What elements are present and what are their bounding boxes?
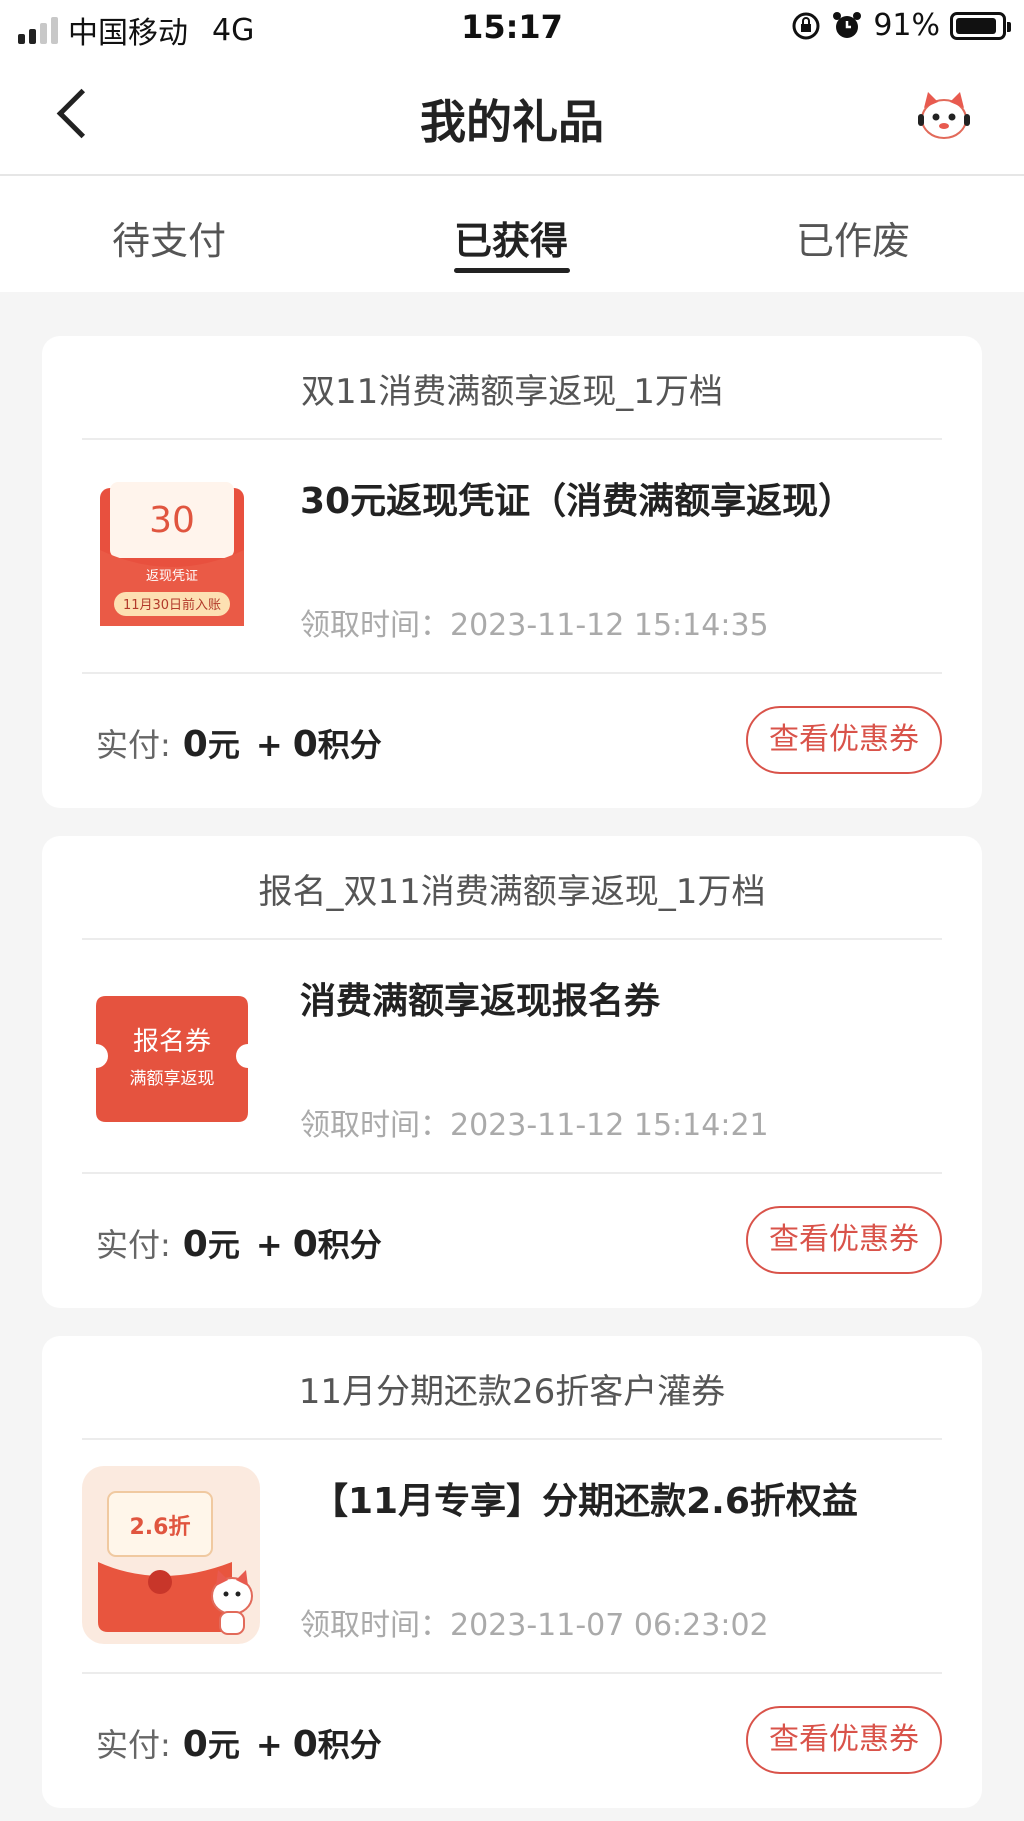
paid-unit: 元 <box>207 1226 240 1264</box>
gift-name: 消费满额享返现报名券 <box>300 981 661 1022</box>
thumbnail-title: 报名券 <box>133 1027 211 1057</box>
points-amount: 0 <box>292 1724 318 1765</box>
thumbnail-amount: 30 <box>149 500 195 541</box>
gift-card: 11月分期还款26折客户灌券 2.6折 【11月专享】分期还款2.6折权益 领取… <box>42 1336 982 1808</box>
gift-name: 【11月专享】分期还款2.6折权益 <box>312 1481 858 1522</box>
points-unit: 积分 <box>317 1726 382 1764</box>
payment-summary: 实付: 0 元 + 0 积分 <box>96 1220 382 1266</box>
received-time: 领取时间：2023-11-12 15:14:21 <box>300 1100 769 1144</box>
mascot-cat-icon <box>918 92 970 139</box>
tab-voided[interactable]: 已作废 <box>796 210 910 265</box>
gift-card: 双11消费满额享返现_1万档 30 返现凭证 11月30日前入账 30元返现凭证… <box>42 336 982 808</box>
paid-label: 实付: <box>96 1226 171 1264</box>
paid-amount: 0 <box>182 1724 208 1765</box>
battery-fill <box>956 17 997 34</box>
status-bar-right: 91% <box>791 8 1011 43</box>
view-coupon-button[interactable]: 查看优惠券 <box>746 1206 942 1274</box>
campaign-title: 11月分期还款26折客户灌券 <box>298 1372 726 1412</box>
tab-bar: 待支付 已获得 已作废 <box>0 176 1024 292</box>
tab-pending-payment[interactable]: 待支付 <box>112 210 226 265</box>
thumbnail-subtitle: 满额享返现 <box>130 1069 215 1089</box>
received-time: 领取时间：2023-11-12 15:14:35 <box>300 600 769 644</box>
campaign-title: 报名_双11消费满额享返现_1万档 <box>258 872 766 912</box>
thumbnail-caption: 返现凭证 <box>146 569 198 584</box>
divider <box>82 672 942 674</box>
cashback-voucher-thumbnail: 30 返现凭证 11月30日前入账 <box>100 482 244 626</box>
battery-icon <box>950 11 1011 40</box>
rotation-lock-icon <box>792 12 820 39</box>
active-tab-indicator <box>454 268 570 273</box>
divider <box>82 1672 942 1674</box>
page-title: 我的礼品 <box>420 95 604 149</box>
gift-name: 30元返现凭证（消费满额享返现） <box>300 481 855 522</box>
paid-amount: 0 <box>182 1224 208 1265</box>
view-coupon-button[interactable]: 查看优惠券 <box>746 1706 942 1774</box>
paid-label: 实付: <box>96 726 171 764</box>
divider <box>82 1172 942 1174</box>
status-bar: 中国移动 4G 15:17 91% <box>0 0 1024 56</box>
points-amount: 0 <box>292 1224 318 1265</box>
divider <box>82 938 942 940</box>
plus-sign: + <box>255 1726 283 1764</box>
customer-service-button[interactable] <box>914 86 974 146</box>
divider <box>82 1438 942 1440</box>
points-amount: 0 <box>292 724 318 765</box>
paid-unit: 元 <box>207 726 240 764</box>
paid-amount: 0 <box>182 724 208 765</box>
registration-ticket-thumbnail: 报名券 满额享返现 <box>96 996 248 1122</box>
paid-unit: 元 <box>207 1726 240 1764</box>
points-unit: 积分 <box>317 726 382 764</box>
received-time-label: 领取时间： <box>300 1108 450 1143</box>
divider <box>82 438 942 440</box>
alarm-icon <box>833 11 862 38</box>
plus-sign: + <box>255 726 283 764</box>
payment-summary: 实付: 0 元 + 0 积分 <box>96 720 382 766</box>
received-time-value: 2023-11-07 06:23:02 <box>450 1608 769 1643</box>
gift-card: 报名_双11消费满额享返现_1万档 报名券 满额享返现 消费满额享返现报名券 领… <box>42 836 982 1308</box>
paid-label: 实付: <box>96 1726 171 1764</box>
received-time-value: 2023-11-12 15:14:35 <box>450 608 769 643</box>
payment-summary: 实付: 0 元 + 0 积分 <box>96 1720 382 1766</box>
campaign-title: 双11消费满额享返现_1万档 <box>301 372 723 412</box>
received-time: 领取时间：2023-11-07 06:23:02 <box>300 1600 769 1644</box>
received-time-label: 领取时间： <box>300 608 450 643</box>
navigation-header: 我的礼品 <box>0 56 1024 176</box>
view-coupon-button[interactable]: 查看优惠券 <box>746 706 942 774</box>
thumbnail-note: 11月30日前入账 <box>123 597 221 613</box>
plus-sign: + <box>255 1226 283 1264</box>
received-time-value: 2023-11-12 15:14:21 <box>450 1108 769 1143</box>
tab-obtained[interactable]: 已获得 <box>454 210 568 265</box>
points-unit: 积分 <box>317 1226 382 1264</box>
thumbnail-label: 2.6折 <box>130 1515 191 1540</box>
received-time-label: 领取时间： <box>300 1608 450 1643</box>
installment-discount-thumbnail: 2.6折 <box>82 1466 260 1644</box>
battery-percent: 91% <box>873 8 940 43</box>
